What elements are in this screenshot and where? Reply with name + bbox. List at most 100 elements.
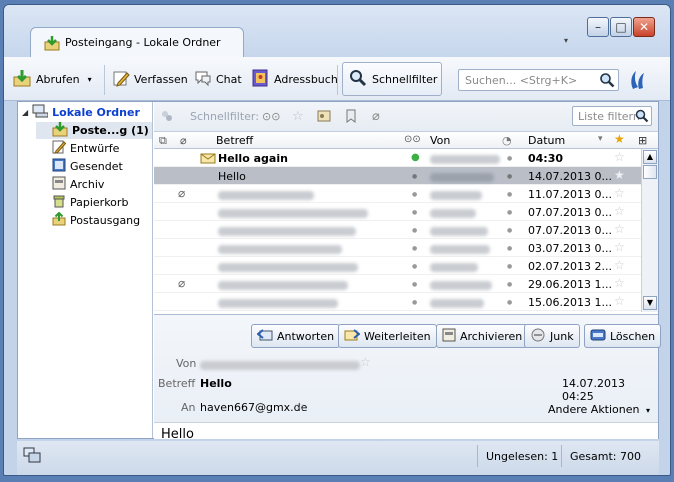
row-from — [430, 154, 500, 167]
scroll-down-icon[interactable]: ▼ — [643, 296, 657, 310]
filter-list-input[interactable]: Liste filtern — [572, 106, 652, 126]
delete-button[interactable]: Löschen — [584, 324, 662, 348]
scroll-up-icon[interactable]: ▲ — [643, 150, 657, 164]
unread-filter-icon[interactable]: ⊙⊙ — [262, 110, 280, 123]
junk-dot-icon[interactable]: ● — [507, 209, 512, 216]
folder-label: Poste...g (1) — [72, 124, 149, 137]
folder-sent[interactable]: Gesendet — [52, 158, 123, 175]
reply-button[interactable]: Antworten — [251, 324, 341, 348]
tab-inbox[interactable]: Posteingang - Lokale Ordner — [30, 27, 244, 57]
app-menu-icon[interactable] — [628, 69, 648, 94]
star-icon[interactable]: ☆ — [614, 294, 625, 308]
message-list: Hello again ● ● 04:30 ☆ Hello ● ● 14.07.… — [154, 149, 641, 312]
star-icon[interactable]: ☆ — [614, 276, 625, 290]
column-date[interactable]: Datum — [528, 134, 565, 147]
pin-filter-icon[interactable] — [160, 109, 174, 126]
junk-dot-icon[interactable]: ● — [507, 227, 512, 234]
starred-filter-icon[interactable]: ☆ — [292, 109, 304, 124]
star-icon[interactable]: ☆ — [614, 150, 625, 164]
junk-dot-icon[interactable]: ● — [507, 299, 512, 306]
row-from — [430, 244, 490, 257]
to-star-icon[interactable]: ☆ — [294, 399, 305, 413]
chat-button[interactable]: Chat — [194, 69, 242, 89]
message-date: 14.07.2013 04:25 — [562, 377, 625, 403]
folder-archive[interactable]: Archiv — [52, 176, 104, 193]
table-row[interactable]: ⌀ ● ● 29.06.2013 1... ☆ — [154, 275, 641, 293]
table-row[interactable]: ● ● 15.06.2013 1... ☆ — [154, 293, 641, 311]
search-icon — [599, 72, 615, 91]
folder-inbox[interactable]: Poste...g (1) — [36, 122, 152, 139]
tag-filter-icon[interactable] — [345, 109, 357, 126]
minimize-button[interactable]: – — [587, 17, 609, 37]
folder-trash[interactable]: Papierkorb — [52, 194, 128, 211]
fetch-button[interactable]: Abrufen ▾ — [12, 69, 92, 89]
star-icon[interactable]: ★ — [614, 168, 625, 182]
maximize-button[interactable]: □ — [610, 17, 632, 37]
folder-account[interactable]: ◢ Lokale Ordner — [22, 104, 140, 121]
quickfilter-button[interactable]: Schnellfilter — [342, 62, 442, 96]
row-date: 03.07.2013 0... — [528, 242, 612, 255]
read-column-icon[interactable]: ⊙⊙ — [404, 134, 421, 145]
column-picker-icon[interactable]: ⊞ — [638, 134, 647, 147]
offline-status-icon[interactable] — [23, 447, 41, 466]
search-input[interactable]: Suchen... <Strg+K> — [458, 69, 619, 91]
forward-button[interactable]: Weiterleiten — [338, 324, 437, 348]
archive-icon — [52, 176, 66, 193]
junk-dot-icon[interactable]: ● — [507, 263, 512, 270]
read-dot-icon[interactable]: ● — [412, 263, 417, 270]
row-subject — [218, 298, 338, 311]
other-actions-button[interactable]: Andere Aktionen ▾ — [548, 403, 650, 416]
junk-dot-icon[interactable]: ● — [507, 155, 512, 162]
star-icon[interactable]: ☆ — [614, 258, 625, 272]
delete-icon — [590, 328, 606, 345]
attachment-filter-icon[interactable]: ⌀ — [372, 109, 380, 124]
table-row[interactable]: ● ● 07.07.2013 0... ☆ — [154, 221, 641, 239]
junk-dot-icon[interactable]: ● — [507, 281, 512, 288]
archive-button[interactable]: Archivieren — [436, 324, 529, 348]
table-row[interactable]: ● ● 03.07.2013 0... ☆ — [154, 239, 641, 257]
column-from[interactable]: Von — [430, 134, 450, 147]
read-dot-icon[interactable]: ● — [412, 173, 417, 180]
read-dot-icon[interactable]: ● — [412, 299, 417, 306]
folder-outbox[interactable]: Postausgang — [52, 211, 140, 229]
folder-drafts[interactable]: Entwürfe — [52, 140, 119, 157]
to-value[interactable]: haven667@gmx.de — [200, 401, 307, 414]
table-row[interactable]: Hello ● ● 14.07.2013 0... ★ — [154, 167, 641, 185]
collapse-arrow-icon[interactable]: ◢ — [22, 108, 28, 117]
column-subject[interactable]: Betreff — [216, 134, 253, 147]
read-dot-icon[interactable]: ● — [412, 245, 417, 252]
unread-dot-icon[interactable]: ● — [411, 152, 420, 163]
thread-column-icon[interactable]: ⧉ — [159, 134, 167, 148]
scroll-thumb[interactable] — [643, 165, 657, 179]
table-row[interactable]: ● ● 02.07.2013 2... ☆ — [154, 257, 641, 275]
thread-pane: Schnellfilter: ⊙⊙ ☆ ⌀ Liste filtern ⧉ ⌀ … — [154, 102, 662, 439]
read-dot-icon[interactable]: ● — [412, 227, 417, 234]
junk-button[interactable]: Junk — [524, 324, 580, 348]
junk-dot-icon[interactable]: ● — [507, 245, 512, 252]
read-dot-icon[interactable]: ● — [412, 281, 417, 288]
table-row[interactable]: ● ● 07.07.2013 0... ☆ — [154, 203, 641, 221]
star-icon[interactable]: ☆ — [614, 186, 625, 200]
read-dot-icon[interactable]: ● — [412, 209, 417, 216]
tab-list-arrow-icon[interactable]: ▾ — [564, 36, 568, 45]
read-dot-icon[interactable]: ● — [412, 191, 417, 198]
table-row[interactable]: ⌀ ● ● 11.07.2013 0... ☆ — [154, 185, 641, 203]
junk-column-icon[interactable]: ◔ — [502, 134, 512, 147]
fetch-dropdown-icon[interactable]: ▾ — [88, 75, 92, 84]
attachment-column-icon[interactable]: ⌀ — [180, 134, 187, 147]
contact-filter-icon[interactable] — [317, 110, 331, 125]
close-button[interactable]: ✕ — [633, 17, 655, 37]
from-value[interactable] — [200, 360, 360, 373]
table-row[interactable]: Hello again ● ● 04:30 ☆ — [154, 149, 641, 167]
star-icon[interactable]: ☆ — [614, 222, 625, 236]
compose-button[interactable]: Verfassen — [112, 69, 188, 89]
star-column-icon[interactable]: ★ — [614, 132, 625, 146]
star-icon[interactable]: ☆ — [614, 204, 625, 218]
junk-dot-icon[interactable]: ● — [507, 173, 512, 180]
sort-arrow-icon[interactable]: ▾ — [598, 134, 603, 144]
star-icon[interactable]: ☆ — [614, 240, 625, 254]
from-star-icon[interactable]: ☆ — [360, 355, 371, 369]
junk-dot-icon[interactable]: ● — [507, 191, 512, 198]
addressbook-button[interactable]: Adressbuch — [250, 69, 338, 89]
message-list-scrollbar[interactable]: ▲ ▼ — [641, 149, 658, 312]
